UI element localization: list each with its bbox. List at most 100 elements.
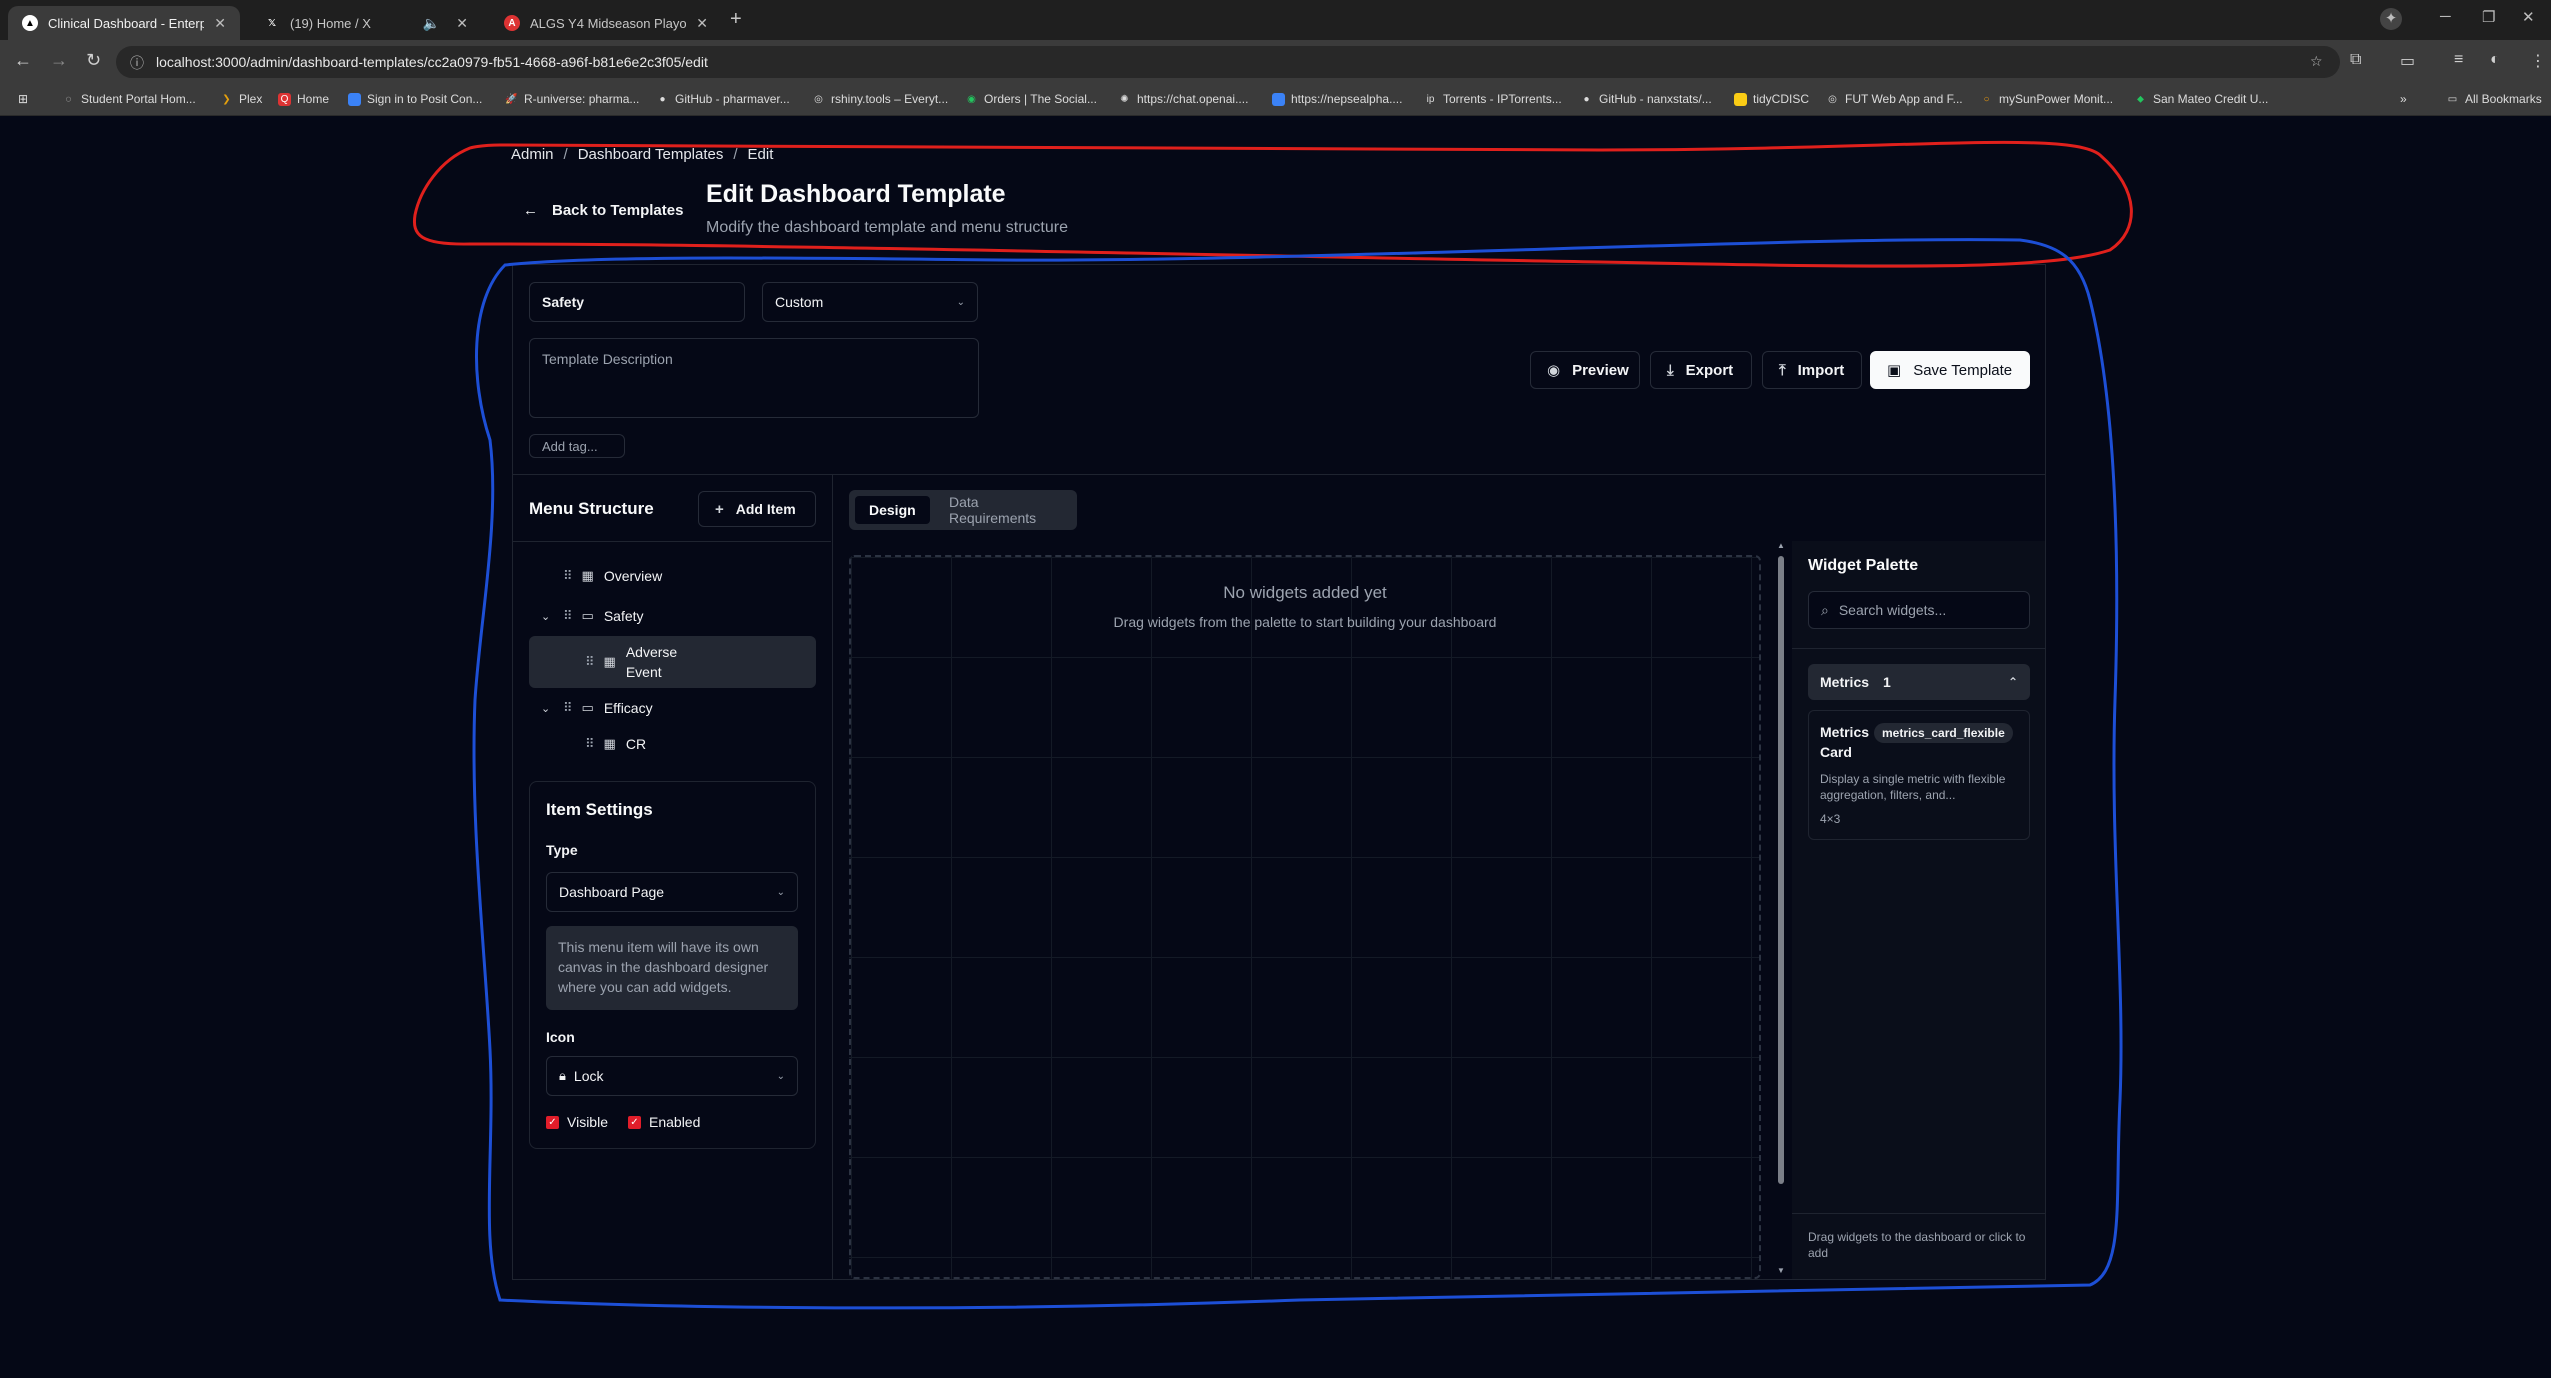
bookmark-item[interactable]: ○ mySunPower Monit... bbox=[1980, 92, 2113, 106]
menu-item-adverse-event[interactable]: ⠿ ▦ Adverse Event bbox=[585, 642, 686, 682]
breadcrumb: Admin / Dashboard Templates / Edit bbox=[511, 146, 773, 163]
speaker-icon[interactable]: 🔈 bbox=[423, 15, 440, 32]
apps-grid-icon[interactable]: ⊞ bbox=[18, 92, 28, 106]
add-tag-input[interactable]: Add tag... bbox=[529, 434, 625, 458]
export-label: Export bbox=[1685, 361, 1734, 379]
item-settings-title: Item Settings bbox=[546, 800, 653, 819]
star-icon[interactable]: ☆ bbox=[2310, 53, 2323, 70]
chart-icon bbox=[1272, 92, 1285, 106]
scroll-down-icon[interactable]: ▼ bbox=[1777, 1266, 1785, 1275]
bookmark-item[interactable]: ip Torrents - IPTorrents... bbox=[1424, 92, 1562, 106]
tab-data-requirements[interactable]: Data Requirements bbox=[935, 494, 1077, 526]
checkmark-icon[interactable]: ✓ bbox=[546, 1115, 559, 1129]
bookmark-item[interactable]: Sign in to Posit Con... bbox=[348, 92, 482, 106]
new-tab-icon[interactable]: + bbox=[730, 8, 742, 31]
menu-item-overview[interactable]: ⠿ ▦ Overview bbox=[541, 568, 662, 584]
close-icon[interactable]: ✕ bbox=[456, 15, 468, 32]
checkmark-icon[interactable]: ✓ bbox=[628, 1115, 641, 1129]
drag-handle-icon[interactable]: ⠿ bbox=[563, 608, 572, 624]
tab-design[interactable]: Design bbox=[855, 496, 930, 524]
bookmark-item[interactable]: ● GitHub - nanxstats/... bbox=[1580, 92, 1711, 106]
visible-checkbox[interactable]: ✓ Visible bbox=[546, 1114, 608, 1130]
bookmark-item[interactable]: ✺ https://chat.openai.... bbox=[1118, 92, 1248, 106]
search-placeholder: Search widgets... bbox=[1838, 602, 1947, 618]
menu-kebab-icon[interactable]: ⋮ bbox=[2530, 51, 2546, 71]
category-metrics-header[interactable]: Metrics 1 ⌃ bbox=[1808, 664, 2030, 700]
import-button[interactable]: ⤒ Import bbox=[1762, 351, 1862, 389]
canvas-empty-subtitle: Drag widgets from the palette to start b… bbox=[1113, 614, 1497, 630]
back-to-templates-button[interactable]: ← Back to Templates bbox=[523, 202, 683, 219]
browser-tab[interactable]: 𝕏 (19) Home / X 🔈 ✕ bbox=[250, 6, 482, 40]
side-panel-icon[interactable]: ▭ bbox=[2400, 51, 2415, 71]
credit-union-icon: ⬥ bbox=[2137, 93, 2144, 105]
canvas-empty-title: No widgets added yet bbox=[1223, 583, 1387, 602]
template-type-select[interactable]: Custom ⌄ bbox=[762, 282, 978, 322]
bookmark-item[interactable]: ⬥ San Mateo Credit U... bbox=[2134, 92, 2268, 106]
bookmark-item[interactable]: ◉ Orders | The Social... bbox=[965, 92, 1097, 106]
template-name-input[interactable]: Safety bbox=[529, 282, 745, 322]
tab-title: ALGS Y4 Midseason Playoffs | D bbox=[530, 15, 687, 31]
chevron-down-icon[interactable]: ⌄ bbox=[541, 702, 553, 715]
extensions-icon[interactable]: ⧉ bbox=[2350, 51, 2361, 69]
template-description-textarea[interactable]: Template Description bbox=[529, 338, 979, 418]
enabled-label: Enabled bbox=[649, 1114, 701, 1130]
download-icon: ⤓ bbox=[1667, 361, 1674, 379]
item-type-select[interactable]: Dashboard Page ⌄ bbox=[546, 872, 798, 912]
menu-item-safety[interactable]: ⌄ ⠿ ▭ Safety bbox=[541, 608, 644, 624]
enabled-checkbox[interactable]: ✓ Enabled bbox=[628, 1114, 700, 1130]
tab-title: Clinical Dashboard - Enterprise bbox=[48, 15, 205, 31]
save-template-button[interactable]: ▣ Save Template bbox=[1870, 351, 2030, 389]
reload-icon[interactable]: ↻ bbox=[86, 50, 101, 71]
menu-item-efficacy[interactable]: ⌄ ⠿ ▭ Efficacy bbox=[541, 700, 653, 716]
drag-handle-icon[interactable]: ⠿ bbox=[563, 568, 572, 584]
bookmark-item[interactable]: 🚀 R-universe: pharma... bbox=[505, 92, 639, 106]
category-count: 1 bbox=[1883, 674, 1891, 690]
breadcrumb-templates[interactable]: Dashboard Templates bbox=[578, 146, 724, 163]
drag-handle-icon[interactable]: ⠿ bbox=[585, 736, 594, 752]
bookmark-item[interactable]: ❯ Plex bbox=[220, 92, 262, 106]
sparkle-icon[interactable]: ✦ bbox=[2380, 8, 2402, 30]
bookmark-item[interactable]: ◎ rshiny.tools – Everyt... bbox=[812, 92, 948, 106]
url-field[interactable]: ⓘ localhost:3000/admin/dashboard-templat… bbox=[116, 46, 2340, 78]
search-icon: ⌕ bbox=[1821, 601, 1829, 618]
minimize-icon[interactable]: ─ bbox=[2440, 8, 2451, 25]
close-icon[interactable]: ✕ bbox=[214, 15, 226, 32]
add-item-button[interactable]: + Add Item bbox=[698, 491, 816, 527]
bookmark-item[interactable]: Q Home bbox=[278, 92, 329, 106]
site-info-icon[interactable]: ⓘ bbox=[130, 53, 144, 73]
more-bookmarks-icon[interactable]: » bbox=[2400, 92, 2407, 106]
scrollbar-thumb[interactable] bbox=[1778, 556, 1784, 1184]
forward-arrow-icon[interactable]: → bbox=[50, 50, 68, 71]
page-subtitle: Modify the dashboard template and menu s… bbox=[706, 219, 1068, 236]
home-icon: Q bbox=[278, 92, 291, 106]
bookmark-item[interactable]: ◎ FUT Web App and F... bbox=[1826, 92, 1963, 106]
drag-handle-icon[interactable]: ⠿ bbox=[563, 700, 572, 716]
bookmark-item[interactable]: ● GitHub - pharmaver... bbox=[656, 92, 789, 106]
media-icon[interactable]: ≡ bbox=[2454, 51, 2463, 69]
menu-item-cr[interactable]: ⠿ ▦ CR bbox=[585, 736, 646, 752]
dashboard-canvas[interactable] bbox=[849, 555, 1761, 1279]
all-bookmarks[interactable]: ▭ All Bookmarks bbox=[2446, 92, 2542, 106]
close-icon[interactable]: ✕ bbox=[696, 15, 708, 32]
chevron-down-icon[interactable]: ⌄ bbox=[541, 610, 553, 623]
export-button[interactable]: ⤓ Export bbox=[1650, 351, 1752, 389]
bookmark-item[interactable]: tidyCDISC bbox=[1734, 92, 1809, 106]
widget-search-input[interactable]: ⌕ Search widgets... bbox=[1808, 591, 2030, 629]
chevron-down-icon: ⌄ bbox=[776, 1070, 785, 1082]
profile-avatar-icon[interactable]: ◐ bbox=[2490, 51, 2500, 69]
drag-handle-icon[interactable]: ⠿ bbox=[585, 654, 594, 670]
preview-button[interactable]: ◉ Preview bbox=[1530, 351, 1640, 389]
breadcrumb-admin[interactable]: Admin bbox=[511, 146, 554, 163]
back-arrow-icon[interactable]: ← bbox=[14, 50, 32, 71]
restore-icon[interactable]: ❐ bbox=[2482, 8, 2495, 26]
scroll-up-icon[interactable]: ▲ bbox=[1777, 541, 1785, 550]
browser-tab-active[interactable]: ▲ Clinical Dashboard - Enterprise ✕ bbox=[8, 6, 240, 40]
close-window-icon[interactable]: ✕ bbox=[2522, 8, 2535, 26]
type-label: Type bbox=[546, 842, 578, 858]
bookmark-item[interactable]: ◌ Student Portal Hom... bbox=[62, 92, 196, 106]
widget-palette bbox=[1792, 541, 2045, 1279]
browser-tab[interactable]: A ALGS Y4 Midseason Playoffs | D ✕ bbox=[490, 6, 722, 40]
bookmark-item[interactable]: https://nepsealpha.... bbox=[1272, 92, 1402, 106]
windows-icon bbox=[348, 92, 361, 106]
item-icon-select[interactable]: 🔒︎ Lock ⌄ bbox=[546, 1056, 798, 1096]
